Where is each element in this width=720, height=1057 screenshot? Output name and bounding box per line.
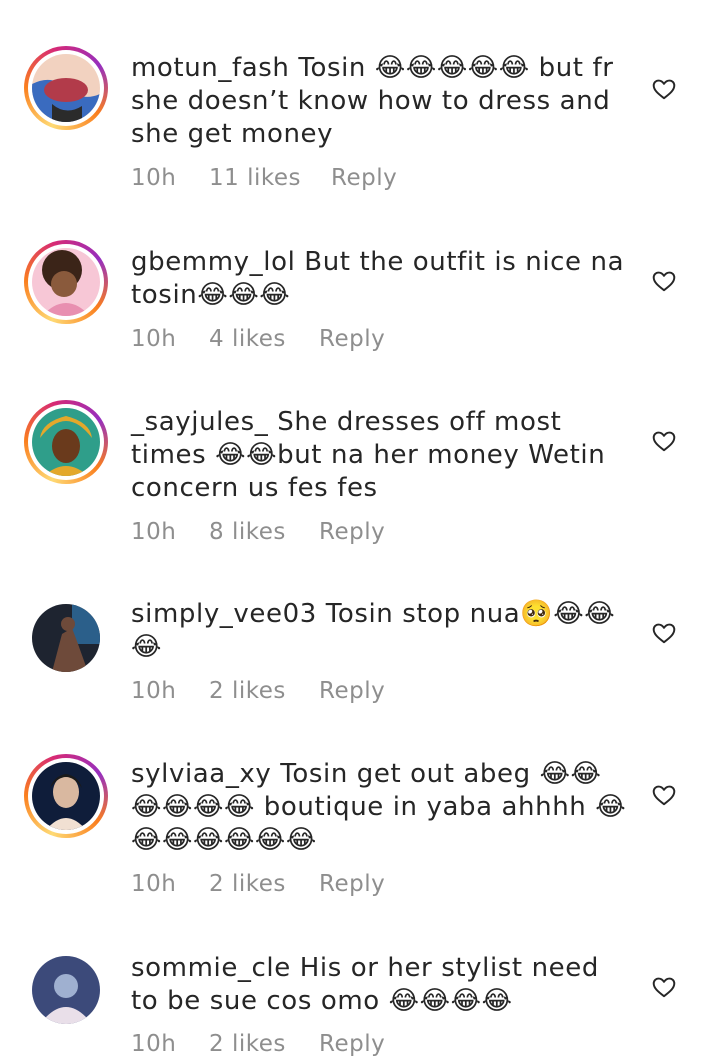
comment-likes[interactable]: 2 likes [209, 871, 319, 897]
comment-time: 10h [131, 326, 177, 352]
comment-username[interactable]: sommie_cle [131, 953, 291, 983]
reply-button[interactable]: Reply [319, 871, 385, 897]
comment-meta: 10h 8 likes Reply [131, 519, 385, 545]
comment-meta: 10h 2 likes Reply [131, 871, 385, 897]
comment-text: simply_vee03 Tosin stop nua🥺😂😂😂 [131, 598, 631, 664]
comment-username[interactable]: sylviaa_xy [131, 759, 271, 789]
avatar-image [32, 956, 100, 1024]
comment-likes[interactable]: 11 likes [209, 165, 331, 191]
heart-icon[interactable] [651, 428, 677, 454]
avatar-photo [32, 956, 100, 1024]
comment-time: 10h [131, 871, 177, 897]
comment-likes[interactable]: 4 likes [209, 326, 319, 352]
comment-likes[interactable]: 2 likes [209, 678, 319, 704]
comment-time: 10h [131, 678, 177, 704]
reply-button[interactable]: Reply [319, 1031, 385, 1057]
avatar-photo [32, 604, 100, 672]
reply-button[interactable]: Reply [319, 519, 385, 545]
avatar-photo [32, 408, 100, 476]
avatar-photo [32, 54, 100, 122]
reply-button[interactable]: Reply [331, 165, 397, 191]
comment-list: motun_fash Tosin 😂😂😂😂😂 but fr she doesn’… [0, 0, 720, 1057]
avatar-image [32, 762, 100, 830]
comment-text: _sayjules_ She dresses off most times 😂😂… [131, 406, 631, 505]
avatar-photo [32, 248, 100, 316]
avatar[interactable] [24, 948, 108, 1032]
comment-text: motun_fash Tosin 😂😂😂😂😂 but fr she doesn’… [131, 52, 631, 151]
comment-username[interactable]: gbemmy_lol [131, 247, 295, 277]
comment-likes[interactable]: 8 likes [209, 519, 319, 545]
heart-icon[interactable] [651, 268, 677, 294]
reply-button[interactable]: Reply [319, 326, 385, 352]
heart-icon[interactable] [651, 620, 677, 646]
comment-time: 10h [131, 1031, 177, 1057]
avatar-image [32, 408, 100, 476]
heart-icon[interactable] [651, 782, 677, 808]
comment-meta: 10h 2 likes Reply [131, 678, 385, 704]
avatar[interactable] [24, 596, 108, 680]
comment-username[interactable]: motun_fash [131, 53, 290, 83]
comment-username[interactable]: simply_vee03 [131, 599, 317, 629]
comment-text: sommie_cle His or her stylist need to be… [131, 952, 631, 1018]
comment-text: gbemmy_lol But the outfit is nice na tos… [131, 246, 631, 312]
comment-time: 10h [131, 165, 177, 191]
comment-username[interactable]: _sayjules_ [131, 407, 268, 437]
comment-time: 10h [131, 519, 177, 545]
avatar[interactable] [24, 400, 108, 484]
avatar-image [32, 54, 100, 122]
reply-button[interactable]: Reply [319, 678, 385, 704]
comment-meta: 10h 4 likes Reply [131, 326, 385, 352]
heart-icon[interactable] [651, 974, 677, 1000]
comment-text: sylviaa_xy Tosin get out abeg 😂😂😂😂😂😂 bou… [131, 758, 631, 857]
comment-meta: 10h 2 likes Reply [131, 1031, 385, 1057]
comment-likes[interactable]: 2 likes [209, 1031, 319, 1057]
avatar[interactable] [24, 46, 108, 130]
avatar-image [32, 248, 100, 316]
avatar[interactable] [24, 240, 108, 324]
avatar-image [32, 604, 100, 672]
comment-meta: 10h 11 likes Reply [131, 165, 397, 191]
avatar-photo [32, 762, 100, 830]
avatar[interactable] [24, 754, 108, 838]
heart-icon[interactable] [651, 76, 677, 102]
